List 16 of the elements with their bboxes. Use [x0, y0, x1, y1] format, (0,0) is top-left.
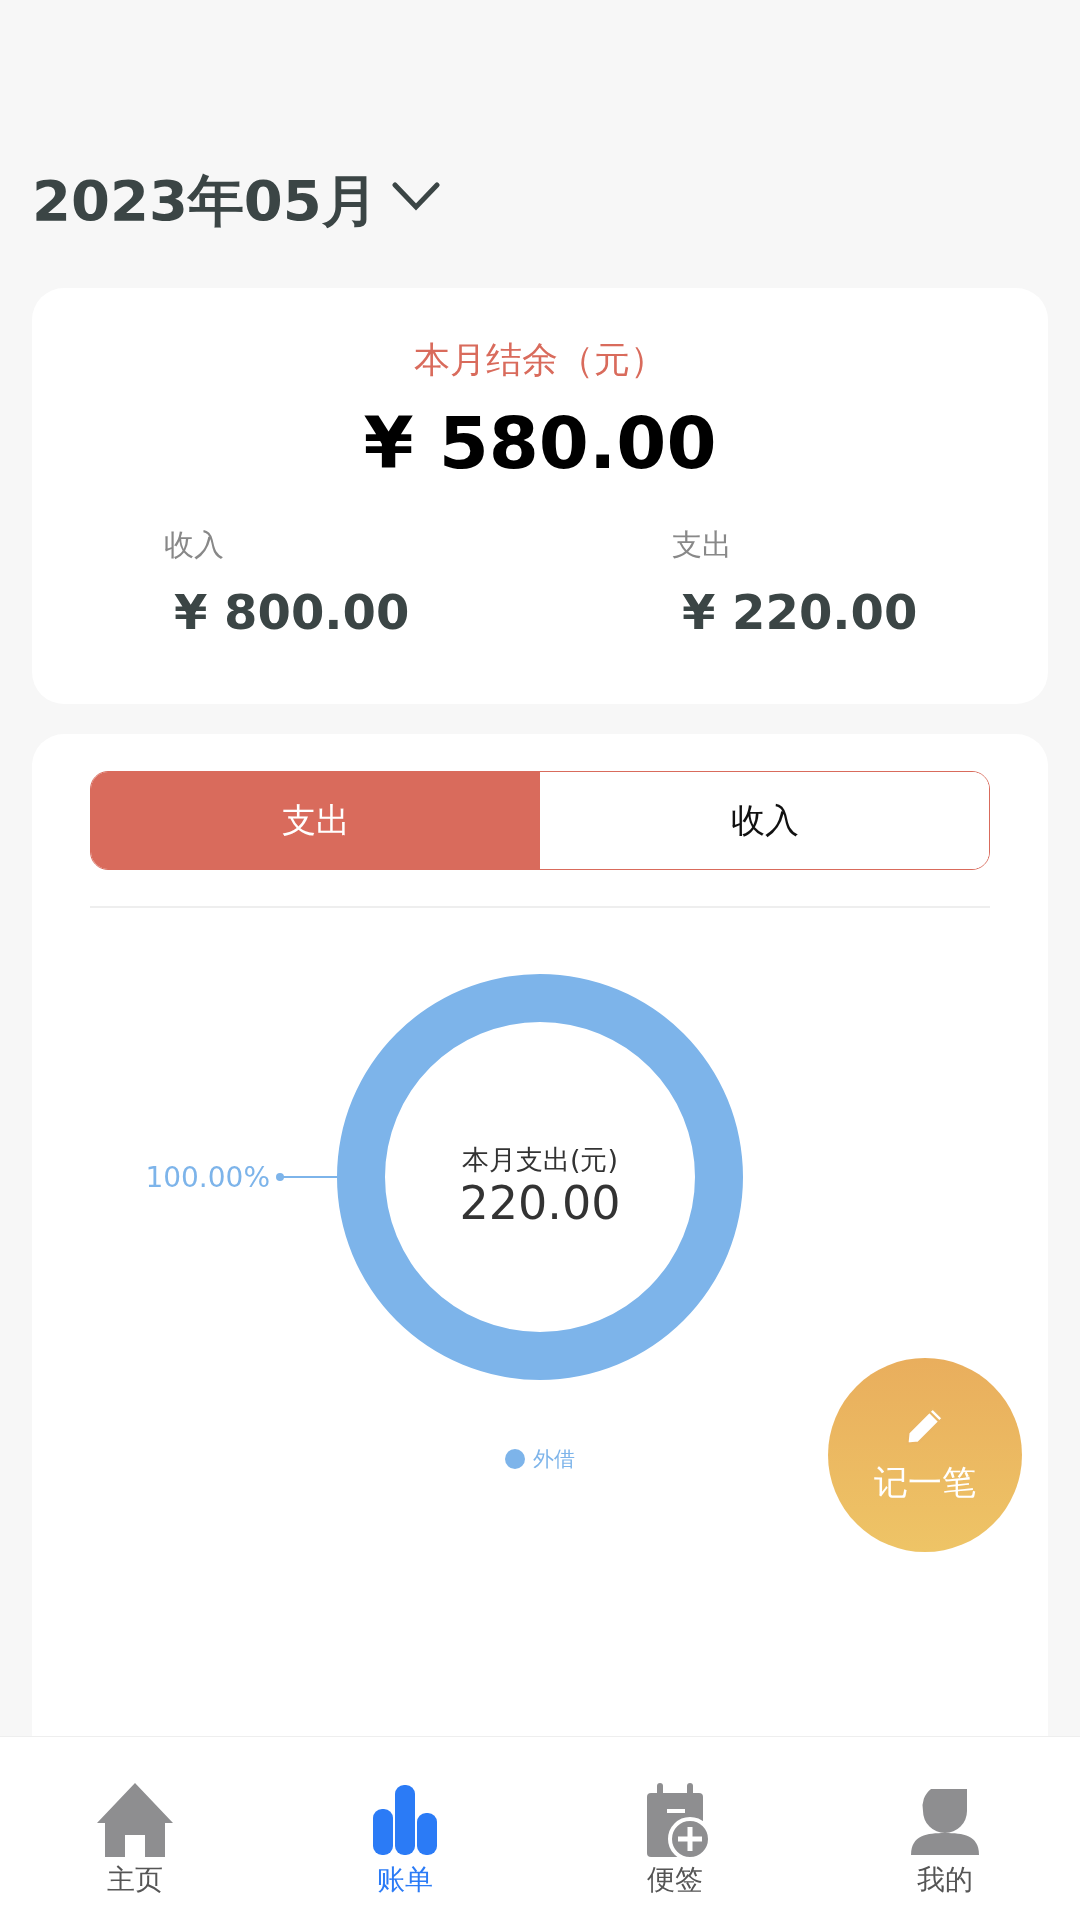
nav-tab[interactable]: 主页	[0, 1737, 270, 1920]
center-label: 本月支出(元)	[461, 1144, 619, 1175]
stat-label: 收入	[164, 526, 224, 564]
chevron-down-icon[interactable]	[391, 182, 440, 212]
stat-amount: ¥ 800.00	[174, 584, 410, 640]
leader-line	[276, 1173, 338, 1181]
stat-label: 支出	[672, 526, 732, 564]
month-title[interactable]: 2023年05月	[32, 164, 378, 240]
nav-tab[interactable]: 我的	[810, 1737, 1080, 1920]
nav-tab[interactable]: 便签	[540, 1737, 810, 1920]
percent-label: 100.00%	[145, 1161, 270, 1194]
nav-tab[interactable]: 账单	[270, 1737, 540, 1920]
center-value: 220.00	[459, 1176, 621, 1230]
balance-label: 本月结余（元）	[414, 338, 666, 382]
stat-amount: ¥ 220.00	[682, 584, 918, 640]
balance-amount: ¥ 580.00	[363, 401, 717, 485]
